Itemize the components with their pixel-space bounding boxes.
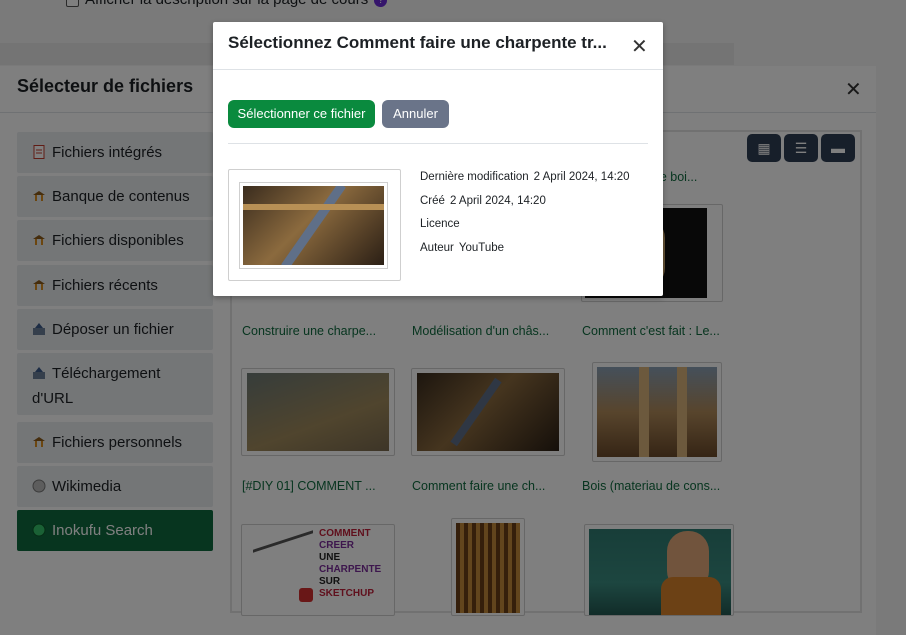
meta-label: Dernière modification <box>420 171 529 183</box>
file-preview-thumbnail <box>243 186 384 265</box>
file-preview-frame <box>239 182 388 269</box>
meta-license: Licence <box>420 218 460 230</box>
modal-title: Sélectionnez Comment faire une charpente… <box>228 33 607 52</box>
file-preview-box <box>228 169 401 281</box>
meta-created: Créé 2 April 2024, 14:20 <box>420 195 546 207</box>
divider <box>228 143 648 144</box>
select-file-button[interactable]: Sélectionner ce fichier <box>228 100 375 128</box>
meta-value: 2 April 2024, 14:20 <box>449 195 546 207</box>
select-file-modal: Sélectionnez Comment faire une charpente… <box>213 22 663 296</box>
meta-label: Licence <box>420 218 460 230</box>
modal-header: Sélectionnez Comment faire une charpente… <box>213 22 663 70</box>
meta-value: 2 April 2024, 14:20 <box>533 171 630 183</box>
meta-value: YouTube <box>458 242 505 254</box>
meta-label: Auteur <box>420 242 454 254</box>
cancel-button[interactable]: Annuler <box>382 100 449 128</box>
meta-author: Auteur YouTube <box>420 242 504 254</box>
meta-modified: Dernière modification 2 April 2024, 14:20 <box>420 171 630 183</box>
modal-close-icon[interactable]: ✕ <box>631 37 648 57</box>
meta-label: Créé <box>420 195 445 207</box>
